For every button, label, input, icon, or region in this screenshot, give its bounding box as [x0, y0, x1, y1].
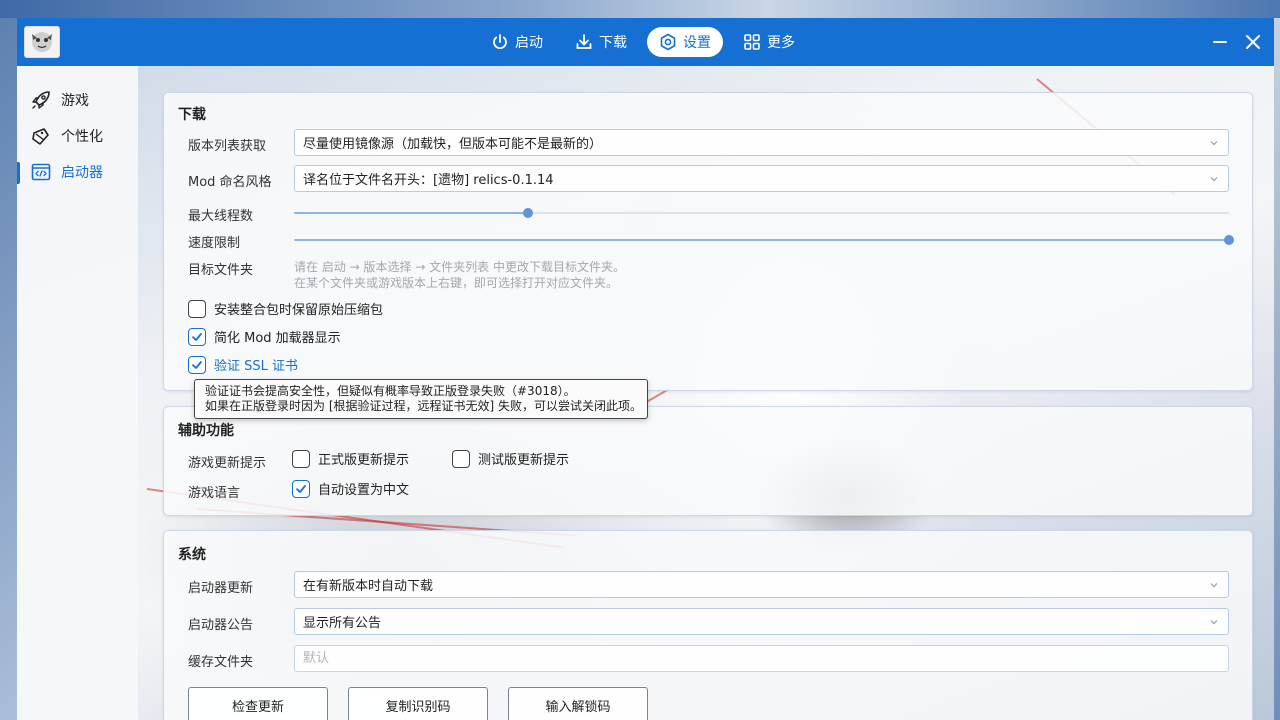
- card-title: 系统: [178, 547, 206, 563]
- max-threads-label: 最大线程数: [188, 209, 254, 224]
- chevron-down-icon: [1210, 583, 1218, 588]
- simplify-mod-label: 简化 Mod 加载器显示: [214, 331, 341, 346]
- app-logo: [24, 26, 60, 58]
- version-list-value: 尽量使用镜像源（加载快，但版本可能不是最新的）: [303, 137, 603, 152]
- mod-naming-value: 译名位于文件名开头：[遗物] relics-0.1.14: [303, 173, 554, 188]
- max-threads-slider[interactable]: [294, 206, 1229, 220]
- snapshot-update-label: 测试版更新提示: [478, 453, 570, 468]
- check-icon: [192, 332, 202, 341]
- checkbox-box[interactable]: [188, 327, 206, 346]
- checkbox-box[interactable]: [452, 449, 470, 468]
- ssl-tooltip: 验证证书会提高安全性，但疑似有概率导致正版登录失败（#3018）。 如果在正版登…: [194, 379, 648, 419]
- target-folder-label: 目标文件夹: [188, 263, 254, 278]
- verify-ssl-checkbox[interactable]: 验证 SSL 证书: [188, 355, 298, 374]
- cache-folder-input[interactable]: [294, 645, 1229, 672]
- grid-icon: [744, 34, 760, 50]
- slider-thumb[interactable]: [1224, 235, 1234, 245]
- check-icon: [192, 360, 202, 369]
- auto-chinese-label: 自动设置为中文: [318, 483, 410, 498]
- system-card: 系统 启动器更新 在有新版本时自动下载 启动器公告 显示所有公告 缓存文件夹 检…: [163, 530, 1253, 720]
- nav-download[interactable]: 下载: [563, 27, 639, 57]
- assist-card: 辅助功能 游戏更新提示 正式版更新提示 测试版更新提示 游戏语言 自动设置为中文: [163, 406, 1253, 516]
- release-update-label: 正式版更新提示: [318, 453, 410, 468]
- nav-download-label: 下载: [599, 35, 627, 51]
- chevron-down-icon: [1210, 141, 1218, 146]
- announcement-value: 显示所有公告: [303, 616, 382, 631]
- checkbox-box[interactable]: [188, 355, 206, 374]
- check-icon: [296, 484, 306, 493]
- sidebar-item-label: 游戏: [61, 93, 89, 109]
- download-icon: [576, 34, 592, 49]
- sidebar: 游戏 个性化 启动器: [17, 66, 138, 720]
- sidebar-item-launcher[interactable]: 启动器: [17, 154, 138, 190]
- top-nav: 启动 下载 设置 更多: [479, 27, 807, 57]
- tooltip-line-1: 验证证书会提高安全性，但疑似有概率导致正版登录失败（#3018）。: [205, 384, 576, 398]
- language-label: 游戏语言: [188, 486, 241, 501]
- version-list-select[interactable]: 尽量使用镜像源（加载快，但版本可能不是最新的）: [294, 129, 1229, 156]
- mod-naming-label: Mod 命名风格: [188, 175, 272, 190]
- chevron-down-icon: [1210, 177, 1218, 182]
- auto-chinese-checkbox[interactable]: 自动设置为中文: [292, 479, 409, 498]
- nav-more-label: 更多: [767, 35, 795, 51]
- announcement-label: 启动器公告: [188, 618, 254, 633]
- minimize-button[interactable]: [1209, 31, 1231, 53]
- launcher-update-value: 在有新版本时自动下载: [303, 579, 434, 594]
- palette-icon: [32, 128, 49, 145]
- sidebar-item-label: 启动器: [61, 165, 103, 181]
- card-title: 下载: [178, 107, 206, 123]
- logo-icon: [32, 32, 52, 52]
- background-strip: [0, 0, 1280, 18]
- download-card: 下载 版本列表获取 尽量使用镜像源（加载快，但版本可能不是最新的） Mod 命名…: [163, 92, 1253, 391]
- release-update-checkbox[interactable]: 正式版更新提示: [292, 449, 409, 468]
- snapshot-update-checkbox[interactable]: 测试版更新提示: [452, 449, 569, 468]
- sidebar-item-label: 个性化: [61, 129, 103, 145]
- sidebar-item-personalize[interactable]: 个性化: [17, 118, 138, 154]
- keep-archive-checkbox[interactable]: 安装整合包时保留原始压缩包: [188, 299, 383, 318]
- chevron-down-icon: [1210, 620, 1218, 625]
- sidebar-item-game[interactable]: 游戏: [17, 82, 138, 118]
- code-window-icon: [31, 163, 51, 181]
- target-folder-hint-1: 请在 启动 → 版本选择 → 文件夹列表 中更改下载目标文件夹。: [294, 260, 625, 274]
- checkbox-box[interactable]: [292, 449, 310, 468]
- update-hint-label: 游戏更新提示: [188, 456, 267, 471]
- checkbox-box[interactable]: [188, 299, 206, 318]
- minimize-icon: [1213, 41, 1227, 43]
- nav-launch[interactable]: 启动: [479, 27, 555, 57]
- launcher-window: 启动 下载 设置 更多 游戏 个性化 启动器 下载 版本列表获取 尽量使用镜像源…: [17, 18, 1274, 720]
- cache-folder-label: 缓存文件夹: [188, 655, 254, 670]
- keep-archive-label: 安装整合包时保留原始压缩包: [214, 303, 384, 318]
- power-icon: [493, 34, 507, 49]
- speed-limit-label: 速度限制: [188, 236, 241, 251]
- rocket-icon: [32, 91, 50, 109]
- tooltip-line-2: 如果在正版登录时因为 [根据验证过程，远程证书无效] 失败，可以尝试关闭此项。: [205, 399, 642, 413]
- simplify-mod-checkbox[interactable]: 简化 Mod 加载器显示: [188, 327, 341, 346]
- announcement-select[interactable]: 显示所有公告: [294, 608, 1229, 635]
- copy-id-button[interactable]: 复制识别码: [348, 687, 488, 720]
- mod-naming-select[interactable]: 译名位于文件名开头：[遗物] relics-0.1.14: [294, 165, 1229, 192]
- check-update-button[interactable]: 检查更新: [188, 687, 328, 720]
- launcher-update-label: 启动器更新: [188, 581, 254, 596]
- checkbox-box[interactable]: [292, 479, 310, 498]
- unlock-code-button[interactable]: 输入解锁码: [508, 687, 648, 720]
- gear-icon: [660, 33, 676, 51]
- close-icon: [1246, 35, 1260, 49]
- nav-settings[interactable]: 设置: [647, 27, 723, 57]
- nav-settings-label: 设置: [683, 35, 711, 51]
- speed-limit-slider[interactable]: [294, 233, 1234, 247]
- nav-more[interactable]: 更多: [731, 27, 807, 57]
- close-button[interactable]: [1242, 31, 1264, 53]
- slider-thumb[interactable]: [522, 208, 533, 218]
- card-title: 辅助功能: [178, 423, 234, 439]
- title-bar: 启动 下载 设置 更多: [17, 18, 1274, 66]
- verify-ssl-label: 验证 SSL 证书: [214, 359, 299, 374]
- target-folder-hint-2: 在某个文件夹或游戏版本上右键，即可选择打开对应文件夹。: [294, 276, 619, 290]
- nav-launch-label: 启动: [515, 35, 543, 51]
- version-list-label: 版本列表获取: [188, 139, 267, 154]
- launcher-update-select[interactable]: 在有新版本时自动下载: [294, 571, 1229, 598]
